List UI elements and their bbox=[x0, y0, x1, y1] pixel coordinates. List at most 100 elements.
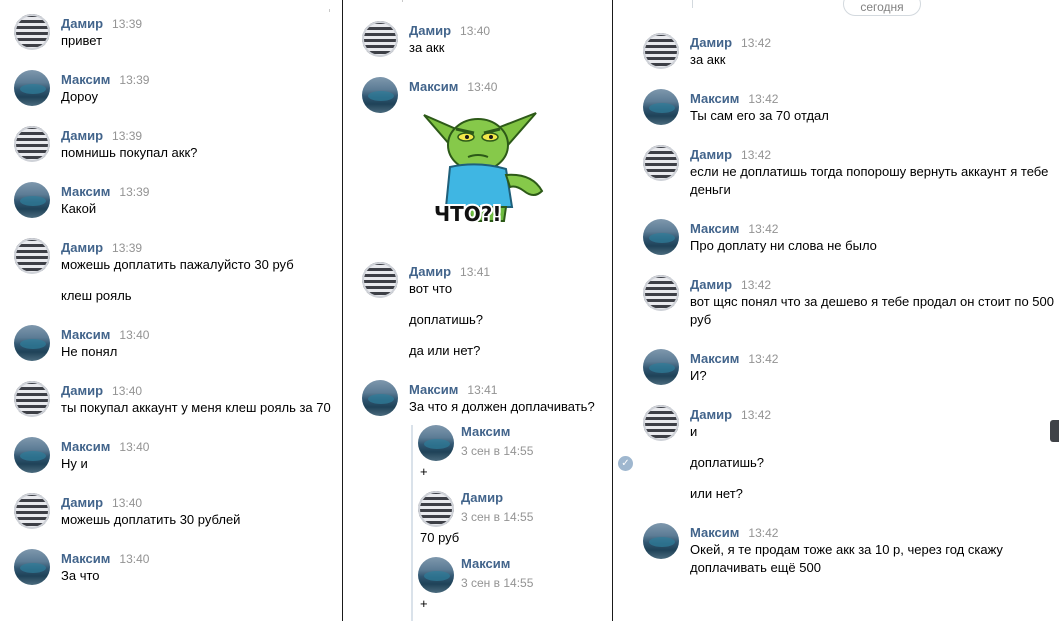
message-text: да или нет? bbox=[409, 343, 481, 358]
author-name[interactable]: Максим bbox=[461, 556, 510, 571]
message-text: + bbox=[420, 596, 428, 611]
forwarded-messages[interactable]: Максим 3 сен в 14:55 + Дамир 3 сен в 14:… bbox=[411, 424, 601, 621]
message-text: Дороу bbox=[61, 89, 98, 104]
message-text: помнишь покупал акк? bbox=[61, 145, 198, 160]
message-time: 13:42 bbox=[748, 352, 779, 366]
message-text: деньги bbox=[690, 182, 731, 197]
avatar[interactable] bbox=[418, 425, 454, 461]
author-name[interactable]: Дамир bbox=[461, 490, 503, 505]
author-name[interactable]: Дамир bbox=[61, 128, 103, 143]
message-text: И? bbox=[690, 368, 707, 383]
message-text: Не понял bbox=[61, 344, 118, 359]
avatar[interactable] bbox=[643, 89, 679, 125]
message-time: 13:39 bbox=[112, 241, 143, 255]
message-time: 13:41 bbox=[460, 265, 491, 279]
avatar[interactable] bbox=[362, 21, 398, 57]
message-time: 13:40 bbox=[112, 384, 143, 398]
avatar[interactable] bbox=[14, 493, 50, 529]
author-name[interactable]: Максим bbox=[461, 424, 510, 439]
message-text: вот что bbox=[409, 281, 453, 296]
message-time: 13:42 bbox=[741, 148, 772, 162]
avatar[interactable] bbox=[643, 405, 679, 441]
avatar[interactable] bbox=[14, 126, 50, 162]
author-name[interactable]: Максим bbox=[409, 382, 458, 397]
message-text: или нет? bbox=[690, 486, 743, 501]
author-name[interactable]: Максим bbox=[690, 351, 739, 366]
message-time: 13:42 bbox=[741, 278, 772, 292]
message-text: доплачивать ещё 500 bbox=[690, 560, 821, 575]
message-text: За что bbox=[61, 568, 100, 583]
message-text: Про доплату ни слова не было bbox=[690, 238, 877, 253]
author-name[interactable]: Дамир bbox=[61, 495, 103, 510]
message-date: 3 сен в 14:55 bbox=[461, 576, 534, 590]
avatar[interactable] bbox=[14, 549, 50, 585]
author-name[interactable]: Максим bbox=[690, 221, 739, 236]
message-text: + bbox=[420, 464, 428, 479]
avatar[interactable] bbox=[418, 491, 454, 527]
author-name[interactable]: Максим bbox=[61, 551, 110, 566]
message-text: за акк bbox=[690, 52, 726, 67]
author-name[interactable]: Дамир bbox=[690, 277, 732, 292]
message-time: 13:40 bbox=[112, 496, 143, 510]
author-name[interactable]: Дамир bbox=[690, 147, 732, 162]
avatar[interactable] bbox=[643, 33, 679, 69]
avatar[interactable] bbox=[14, 70, 50, 106]
sticker-caption: ЧТО?! bbox=[434, 202, 502, 226]
side-toggle-button[interactable] bbox=[1050, 420, 1059, 442]
message-time: 13:40 bbox=[119, 552, 150, 566]
scroll-marker bbox=[402, 0, 403, 2]
goblin-sticker[interactable]: ЧТО?! bbox=[416, 103, 556, 231]
author-name[interactable]: Максим bbox=[61, 184, 110, 199]
check-icon[interactable]: ✓ bbox=[618, 456, 633, 471]
avatar[interactable] bbox=[362, 77, 398, 113]
avatar[interactable] bbox=[643, 219, 679, 255]
avatar[interactable] bbox=[14, 381, 50, 417]
message-text: За что я должен доплачивать? bbox=[409, 399, 595, 414]
avatar[interactable] bbox=[643, 145, 679, 181]
author-name[interactable]: Максим bbox=[61, 439, 110, 454]
message-date: 3 сен в 14:55 bbox=[461, 444, 534, 458]
author-name[interactable]: Дамир bbox=[409, 264, 451, 279]
message-time: 13:40 bbox=[119, 440, 150, 454]
message-text: привет bbox=[61, 33, 103, 48]
author-name[interactable]: Дамир bbox=[61, 383, 103, 398]
thread-line bbox=[692, 0, 693, 8]
avatar[interactable] bbox=[362, 380, 398, 416]
avatar[interactable] bbox=[14, 14, 50, 50]
author-name[interactable]: Максим bbox=[690, 91, 739, 106]
message-time: 13:39 bbox=[112, 129, 143, 143]
message-time: 13:39 bbox=[112, 17, 143, 31]
message-text: можешь доплатить 30 рублей bbox=[61, 512, 241, 527]
author-name[interactable]: Максим bbox=[61, 72, 110, 87]
avatar[interactable] bbox=[643, 349, 679, 385]
message-text: ты покупал аккаунт у меня клеш рояль за … bbox=[61, 400, 331, 415]
message-time: 13:42 bbox=[741, 36, 772, 50]
message-text: Какой bbox=[61, 201, 97, 216]
message-text: можешь доплатить пажалуйсто 30 руб bbox=[61, 257, 294, 272]
panel-divider bbox=[612, 0, 613, 621]
author-name[interactable]: Дамир bbox=[690, 407, 732, 422]
avatar[interactable] bbox=[14, 325, 50, 361]
message-text: если не доплатишь тогда попорошу вернуть… bbox=[690, 164, 1049, 179]
author-name[interactable]: Дамир bbox=[61, 16, 103, 31]
avatar[interactable] bbox=[643, 275, 679, 311]
message-time: 13:40 bbox=[119, 328, 150, 342]
author-name[interactable]: Дамир bbox=[61, 240, 103, 255]
message-text: вот щяс понял что за дешево я тебе прода… bbox=[690, 294, 1054, 309]
message-text: и bbox=[690, 424, 698, 439]
author-name[interactable]: Дамир bbox=[690, 35, 732, 50]
chat-panel-1: Дамир 13:39 привет Максим 13:39 Дороу Дами… bbox=[0, 0, 341, 621]
avatar[interactable] bbox=[362, 262, 398, 298]
avatar[interactable] bbox=[418, 557, 454, 593]
avatar[interactable] bbox=[14, 182, 50, 218]
avatar[interactable] bbox=[643, 523, 679, 559]
avatar[interactable] bbox=[14, 238, 50, 274]
forwarded-bar bbox=[411, 425, 413, 621]
author-name[interactable]: Максим bbox=[690, 525, 739, 540]
author-name[interactable]: Максим bbox=[409, 79, 458, 94]
message-time: 13:42 bbox=[748, 526, 779, 540]
avatar[interactable] bbox=[14, 437, 50, 473]
author-name[interactable]: Максим bbox=[61, 327, 110, 342]
author-name[interactable]: Дамир bbox=[409, 23, 451, 38]
message-text: Ты сам его за 70 отдал bbox=[690, 108, 829, 123]
